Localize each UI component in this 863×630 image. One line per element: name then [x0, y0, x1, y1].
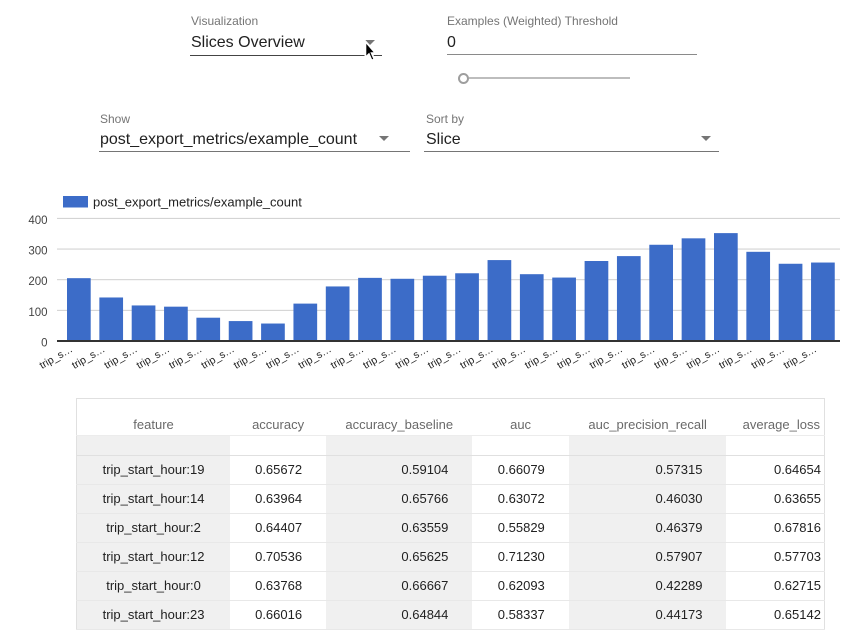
svg-text:trip_s…: trip_s…: [620, 343, 657, 371]
svg-text:trip_s…: trip_s…: [264, 343, 301, 371]
svg-text:trip_s…: trip_s…: [652, 343, 689, 371]
svg-text:400: 400: [28, 215, 47, 227]
svg-text:trip_s…: trip_s…: [587, 343, 624, 371]
svg-text:post_export_metrics/example_co: post_export_metrics/example_count: [93, 195, 302, 210]
svg-text:trip_s…: trip_s…: [232, 343, 269, 371]
svg-text:trip_s…: trip_s…: [102, 343, 139, 371]
svg-text:trip_s…: trip_s…: [523, 343, 560, 371]
svg-text:trip_s…: trip_s…: [296, 343, 333, 371]
svg-text:trip_s…: trip_s…: [749, 343, 786, 371]
svg-text:trip_s…: trip_s…: [167, 343, 204, 371]
svg-text:300: 300: [28, 246, 47, 258]
svg-text:trip_s…: trip_s…: [685, 343, 722, 371]
svg-text:100: 100: [28, 307, 47, 319]
svg-text:trip_s…: trip_s…: [717, 343, 754, 371]
svg-text:trip_s…: trip_s…: [555, 343, 592, 371]
svg-text:trip_s…: trip_s…: [135, 343, 172, 371]
svg-text:trip_s…: trip_s…: [393, 343, 430, 371]
svg-text:trip_s…: trip_s…: [490, 343, 527, 371]
svg-text:trip_s…: trip_s…: [361, 343, 398, 371]
svg-text:trip_s…: trip_s…: [782, 343, 819, 371]
svg-text:trip_s…: trip_s…: [70, 343, 107, 371]
svg-text:trip_s…: trip_s…: [199, 343, 236, 371]
svg-text:200: 200: [28, 276, 47, 288]
svg-text:trip_s…: trip_s…: [426, 343, 463, 371]
svg-text:trip_s…: trip_s…: [329, 343, 366, 371]
svg-text:0: 0: [41, 338, 47, 350]
svg-text:trip_s…: trip_s…: [458, 343, 495, 371]
